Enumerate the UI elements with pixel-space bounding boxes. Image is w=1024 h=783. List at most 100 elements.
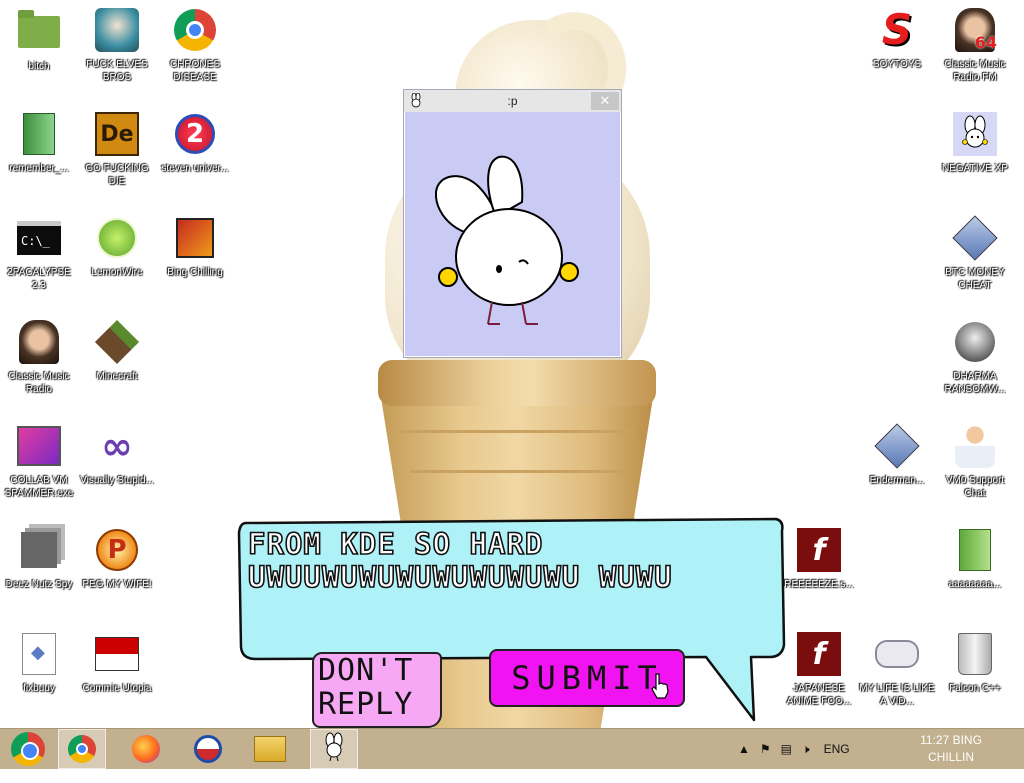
desktop-icon-commie-utopia[interactable]: Commie Utopia — [79, 632, 155, 695]
dont-reply-button[interactable]: DON'T REPLY — [312, 652, 442, 728]
taskbar: ▲ ⚑ ▤ 🕨 ENG 11:27 BING CHILLIN 1/29/23 — [0, 728, 1024, 781]
gamepad-icon — [875, 640, 919, 668]
desktop-icon-steven-universe[interactable]: 2 steven univer... — [157, 112, 233, 175]
green-book-icon — [959, 529, 991, 571]
desktop-icon-negative-xp[interactable]: NEGATIVE XP — [937, 112, 1013, 175]
bunny-icon — [953, 112, 997, 156]
desktop-icon-label: Deez Nutz Spy — [5, 579, 73, 590]
desktop-icon-label: Visually Stupid... — [80, 475, 154, 486]
desktop-icon-my-life-is-like-a-video[interactable]: MY LIFE IS LIKE A VID... — [859, 632, 935, 708]
start-orb-icon — [11, 732, 45, 766]
desktop-icon-classic-music-radio[interactable]: Classic Music Radio — [1, 320, 77, 396]
desktop-icon-classic-music-radio-fm[interactable]: 64 Classic Music Radio FM — [937, 8, 1013, 84]
de-icon: De — [95, 112, 139, 156]
window-title: :p — [507, 94, 518, 108]
bunny-window[interactable]: :p ✕ — [403, 89, 622, 358]
obama-icon — [194, 735, 222, 763]
flag-icon[interactable]: ⚑ — [760, 742, 771, 756]
desktop-icon-label: Commie Utopia — [82, 683, 152, 694]
desktop-icon-go-die[interactable]: De GO FUCKING DIE — [79, 112, 155, 188]
desktop-icon-enderman[interactable]: Enderman... — [859, 423, 935, 487]
desktop-icon-label: JAPANESE ANIME FOO... — [786, 683, 852, 707]
clock[interactable]: 11:27 BING CHILLIN 1/29/23 — [896, 732, 1006, 783]
system-tray: ▲ ⚑ ▤ 🕨 ENG — [738, 729, 850, 769]
firefox-icon — [132, 735, 160, 763]
desktop-icon-label: aaaaaaaa... — [948, 579, 1002, 590]
file-icon — [22, 633, 56, 675]
desktop-icon-falcon-cpp[interactable]: Falcon C++ — [937, 632, 1013, 695]
two-badge-icon: 2 — [175, 114, 215, 154]
desktop-icon-vm0-support-chat[interactable]: VM0 Support Chat — [937, 424, 1013, 500]
bunny-icon — [319, 732, 349, 766]
desktop-icon-label: VM0 Support Chat — [945, 475, 1005, 499]
folder-icon — [18, 10, 60, 48]
desktop-icon-reeeeeze[interactable]: f REEEEEZE.s... — [781, 528, 857, 591]
taskbar-chrome[interactable] — [58, 729, 106, 769]
desktop: bitch FUCK ELVES BROS CHRONES DISEASE re… — [0, 0, 1024, 728]
desktop-icon-label: Minecraft — [96, 371, 138, 382]
desktop-icon-label: Falcon C++ — [949, 683, 1001, 694]
bunny-illustration — [404, 112, 621, 357]
desktop-icon-label: CHRONES DISEASE — [169, 59, 220, 83]
taskbar-bunny-window[interactable] — [310, 729, 358, 769]
diamond-icon — [952, 215, 998, 261]
window-titlebar[interactable]: :p ✕ — [404, 90, 621, 112]
desktop-icon-label: remember_... — [9, 163, 69, 174]
taskbar-firefox[interactable] — [122, 729, 170, 769]
start-button[interactable] — [4, 729, 52, 769]
desktop-icon-dharma-ransomware[interactable]: DHARMA RANSOMW... — [937, 320, 1013, 396]
desktop-icon-label: REEEEEZE.s... — [784, 579, 854, 590]
close-icon: ✕ — [599, 93, 611, 109]
desktop-icon-label: BTC MONEY CHEAT — [945, 267, 1005, 291]
desktop-icon-2pacalypse[interactable]: C:\_ 2PACALYPSE 2.3 — [1, 216, 77, 292]
desktop-icon-label: GO FUCKING DIE — [85, 163, 149, 187]
clock-date: 1/29/23 — [930, 767, 972, 781]
desktop-icon-aaaaaaaa[interactable]: aaaaaaaa... — [937, 528, 1013, 591]
desktop-icon-japanese-anime[interactable]: f JAPANESE ANIME FOO... — [781, 632, 857, 708]
chrome-icon — [68, 735, 96, 763]
desktop-icon-label: DHARMA RANSOMW... — [944, 371, 1006, 395]
dialog-message: FROM KDE SO HARD UWUUWUWUWUWUWUWUWU WUWU — [247, 527, 673, 595]
desktop-icon-label: Classic Music Radio FM — [944, 59, 1006, 83]
close-button[interactable]: ✕ — [591, 92, 619, 110]
diamond-icon — [874, 423, 920, 469]
doctor-icon — [955, 424, 995, 468]
desktop-icon-btc-money-cheat[interactable]: BTC MONEY CHEAT — [937, 215, 1013, 292]
vm-spammer-icon — [17, 426, 61, 466]
green-book-icon — [23, 113, 55, 155]
taskbar-file-explorer[interactable] — [246, 729, 294, 769]
visual-studio-icon: ∞ — [101, 424, 133, 468]
portrait-icon — [19, 320, 59, 364]
minecraft-icon — [94, 319, 140, 365]
clock-time: 11:27 BING CHILLIN — [920, 733, 982, 764]
s-logo-icon: S — [881, 5, 913, 54]
desktop-icon-peg-my-wife[interactable]: P PEG MY WIFE! — [79, 528, 155, 591]
desktop-icon-minecraft[interactable]: Minecraft — [79, 319, 155, 383]
desktop-icon-remember[interactable]: remember_... — [1, 112, 77, 175]
limewire-icon — [97, 218, 137, 258]
language-indicator[interactable]: ENG — [824, 742, 850, 756]
desktop-icon-soytoys[interactable]: S SOYTOYS — [859, 8, 935, 71]
volume-icon[interactable]: 🕨 — [802, 742, 810, 757]
desktop-icon-fixbuuy[interactable]: fixbuuy — [1, 632, 77, 695]
desktop-icon-fuck-elves-bros[interactable]: FUCK ELVES BROS — [79, 8, 155, 84]
desktop-icon-deez-nutz-spy[interactable]: Deez Nutz Spy — [1, 528, 77, 591]
desktop-icon-lemonwire[interactable]: LemonWire — [79, 216, 155, 279]
desktop-icon-label: Enderman... — [869, 475, 925, 486]
desktop-icon-label: NEGATIVE XP — [942, 163, 1008, 174]
desktop-icon-bing-chilling[interactable]: Bing Chilling — [157, 216, 233, 279]
stack-icon — [21, 532, 57, 568]
desktop-icon-label: FUCK ELVES BROS — [86, 59, 148, 83]
desktop-icon-label: fixbuuy — [23, 683, 55, 694]
network-icon[interactable]: ▤ — [781, 742, 792, 756]
chevron-up-icon[interactable]: ▲ — [738, 742, 750, 756]
command-prompt-icon: C:\_ — [17, 221, 61, 255]
desktop-icon-visually-stupid[interactable]: ∞ Visually Stupid... — [79, 424, 155, 487]
desktop-icon-chrones-disease[interactable]: CHRONES DISEASE — [157, 8, 233, 84]
skull-icon — [955, 322, 995, 362]
desktop-icon-label: SOYTOYS — [872, 59, 922, 70]
desktop-icon-collab-vm-spammer[interactable]: COLLAB VM SPAMMER.exe — [1, 424, 77, 500]
desktop-icon-bitch[interactable]: bitch — [1, 10, 77, 73]
desktop-icon-label: MY LIFE IS LIKE A VID... — [859, 683, 935, 707]
taskbar-obama[interactable] — [184, 729, 232, 769]
